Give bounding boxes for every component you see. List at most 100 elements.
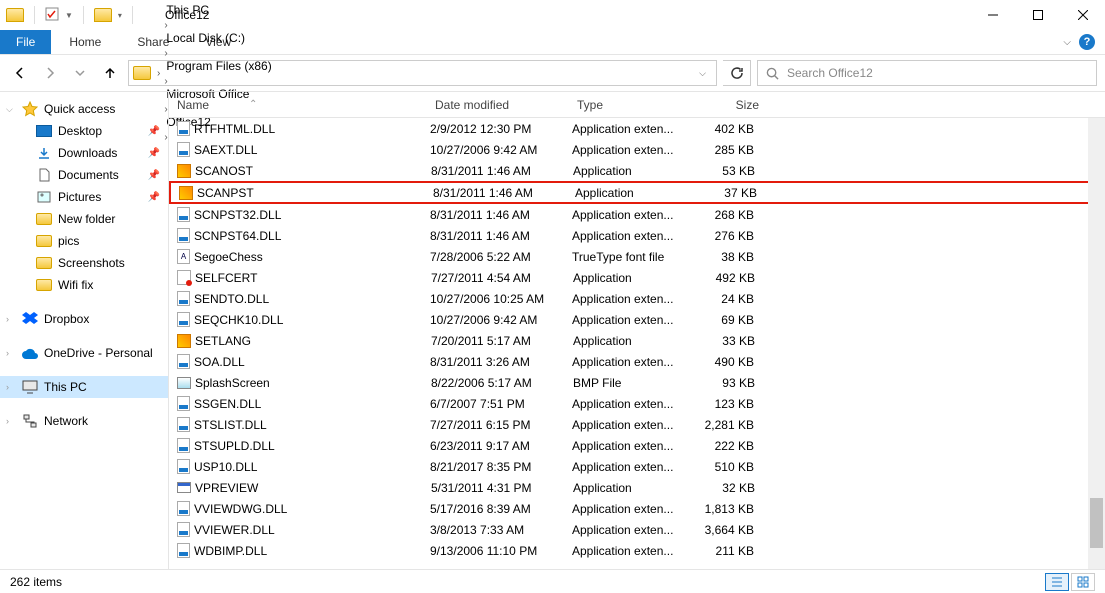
sort-ascending-icon: ⌃: [249, 99, 257, 110]
close-button[interactable]: [1060, 0, 1105, 30]
search-placeholder: Search Office12: [787, 66, 873, 80]
sidebar-pictures[interactable]: Pictures📌: [0, 186, 168, 208]
chevron-right-icon[interactable]: ›: [6, 416, 9, 426]
chevron-down-icon[interactable]: ⌵: [6, 104, 13, 115]
file-row[interactable]: VVIEWDWG.DLL5/17/2016 8:39 AMApplication…: [169, 498, 1105, 519]
column-header-type[interactable]: Type: [577, 98, 695, 112]
chevron-right-icon[interactable]: ›: [6, 348, 9, 358]
sidebar-new-folder[interactable]: New folder: [0, 208, 168, 230]
sidebar-pics[interactable]: pics: [0, 230, 168, 252]
file-row[interactable]: SEQCHK10.DLL10/27/2006 9:42 AMApplicatio…: [169, 309, 1105, 330]
sidebar-screenshots[interactable]: Screenshots: [0, 252, 168, 274]
file-row[interactable]: SELFCERT7/27/2011 4:54 AMApplication492 …: [169, 267, 1105, 288]
file-row[interactable]: SCANPST8/31/2011 1:46 AMApplication37 KB: [169, 181, 1105, 204]
sidebar-downloads[interactable]: Downloads📌: [0, 142, 168, 164]
file-type: Application: [573, 334, 691, 348]
file-date: 7/28/2006 5:22 AM: [430, 250, 572, 264]
breadcrumb-segment[interactable]: Local Disk (C:): [162, 31, 275, 45]
breadcrumb-segment[interactable]: Program Files (x86): [162, 59, 275, 73]
chevron-right-icon[interactable]: ›: [155, 68, 162, 79]
sidebar-documents[interactable]: Documents📌: [0, 164, 168, 186]
file-size: 24 KB: [690, 292, 764, 306]
chevron-right-icon[interactable]: ›: [162, 20, 169, 31]
chevron-right-icon[interactable]: ›: [6, 314, 9, 324]
file-list[interactable]: RTFHTML.DLL2/9/2012 12:30 PMApplication …: [169, 118, 1105, 569]
file-row[interactable]: SSGEN.DLL6/7/2007 7:51 PMApplication ext…: [169, 393, 1105, 414]
pin-icon: 📌: [148, 170, 160, 181]
sidebar-wifi-fix[interactable]: Wifi fix: [0, 274, 168, 296]
file-date: 8/31/2011 1:46 AM: [430, 229, 572, 243]
chevron-right-icon[interactable]: ›: [162, 76, 169, 87]
sidebar-desktop[interactable]: Desktop📌: [0, 120, 168, 142]
status-bar: 262 items: [0, 569, 1105, 593]
file-type: Application: [573, 271, 691, 285]
folder-icon[interactable]: [6, 8, 24, 22]
file-row[interactable]: SegoeChess7/28/2006 5:22 AMTrueType font…: [169, 246, 1105, 267]
file-row[interactable]: STSLIST.DLL7/27/2011 6:15 PMApplication …: [169, 414, 1105, 435]
chevron-right-icon[interactable]: ›: [162, 48, 169, 59]
file-row[interactable]: WDBIMP.DLL9/13/2006 11:10 PMApplication …: [169, 540, 1105, 561]
chevron-down-icon[interactable]: ▾: [118, 11, 122, 20]
back-button[interactable]: [8, 61, 32, 85]
chevron-down-icon[interactable]: ⌵: [693, 68, 712, 79]
up-button[interactable]: [98, 61, 122, 85]
folder-icon: [36, 279, 52, 291]
file-size: 268 KB: [690, 208, 764, 222]
dll-icon: [177, 522, 190, 537]
maximize-button[interactable]: [1015, 0, 1060, 30]
sidebar-dropbox[interactable]: ›Dropbox: [0, 308, 168, 330]
column-header-size[interactable]: Size: [695, 98, 769, 112]
file-row[interactable]: SplashScreen8/22/2006 5:17 AMBMP File93 …: [169, 372, 1105, 393]
minimize-button[interactable]: [970, 0, 1015, 30]
dropbox-icon: [22, 311, 38, 327]
view-toggles: [1045, 573, 1095, 591]
forward-button[interactable]: [38, 61, 62, 85]
recent-locations-button[interactable]: [68, 61, 92, 85]
file-row[interactable]: VVIEWER.DLL3/8/2013 7:33 AMApplication e…: [169, 519, 1105, 540]
file-name: SCNPST32.DLL: [194, 208, 430, 222]
home-tab[interactable]: Home: [51, 30, 119, 54]
scrollbar-thumb[interactable]: [1090, 498, 1103, 548]
folder-icon[interactable]: [94, 8, 112, 22]
sidebar-network[interactable]: ›Network: [0, 410, 168, 432]
file-row[interactable]: SAEXT.DLL10/27/2006 9:42 AMApplication e…: [169, 139, 1105, 160]
sidebar-quick-access[interactable]: ⌵Quick access: [0, 98, 168, 120]
chevron-down-icon[interactable]: ▼: [65, 11, 73, 20]
column-header-date[interactable]: Date modified: [435, 98, 577, 112]
dll-icon: [177, 438, 190, 453]
file-row[interactable]: VPREVIEW5/31/2011 4:31 PMApplication32 K…: [169, 477, 1105, 498]
file-row[interactable]: SCNPST32.DLL8/31/2011 1:46 AMApplication…: [169, 204, 1105, 225]
file-size: 38 KB: [690, 250, 764, 264]
search-input[interactable]: Search Office12: [757, 60, 1097, 86]
file-row[interactable]: USP10.DLL8/21/2017 8:35 PMApplication ex…: [169, 456, 1105, 477]
main-content: ⌵Quick access Desktop📌 Downloads📌 Docume…: [0, 91, 1105, 569]
help-icon[interactable]: ?: [1079, 34, 1095, 50]
breadcrumb-segment[interactable]: This PC: [162, 3, 275, 17]
vertical-scrollbar[interactable]: [1088, 118, 1105, 569]
file-row[interactable]: SOA.DLL8/31/2011 3:26 AMApplication exte…: [169, 351, 1105, 372]
breadcrumb[interactable]: › This PC›Local Disk (C:)›Program Files …: [128, 60, 717, 86]
file-row[interactable]: STSUPLD.DLL6/23/2011 9:17 AMApplication …: [169, 435, 1105, 456]
file-row[interactable]: SCANOST8/31/2011 1:46 AMApplication53 KB: [169, 160, 1105, 181]
sidebar-onedrive[interactable]: ›OneDrive - Personal: [0, 342, 168, 364]
file-row[interactable]: SETLANG7/20/2011 5:17 AMApplication33 KB: [169, 330, 1105, 351]
file-name: VPREVIEW: [195, 481, 431, 495]
separator: [83, 6, 84, 24]
icons-view-button[interactable]: [1071, 573, 1095, 591]
refresh-button[interactable]: [723, 60, 751, 86]
file-row[interactable]: RTFHTML.DLL2/9/2012 12:30 PMApplication …: [169, 118, 1105, 139]
file-type: Application exten...: [572, 502, 690, 516]
chevron-right-icon[interactable]: ›: [6, 382, 9, 392]
navigation-pane: ⌵Quick access Desktop📌 Downloads📌 Docume…: [0, 92, 169, 569]
star-icon: [22, 101, 38, 117]
properties-icon[interactable]: [45, 7, 59, 24]
file-row[interactable]: SENDTO.DLL10/27/2006 10:25 AMApplication…: [169, 288, 1105, 309]
expand-ribbon-icon[interactable]: ⌵: [1063, 37, 1071, 48]
dll-icon: [177, 228, 190, 243]
sidebar-this-pc[interactable]: ›This PC: [0, 376, 168, 398]
column-header-name[interactable]: Name⌃: [177, 98, 435, 112]
details-view-button[interactable]: [1045, 573, 1069, 591]
file-row[interactable]: SCNPST64.DLL8/31/2011 1:46 AMApplication…: [169, 225, 1105, 246]
separator: [34, 6, 35, 24]
file-tab[interactable]: File: [0, 30, 51, 54]
